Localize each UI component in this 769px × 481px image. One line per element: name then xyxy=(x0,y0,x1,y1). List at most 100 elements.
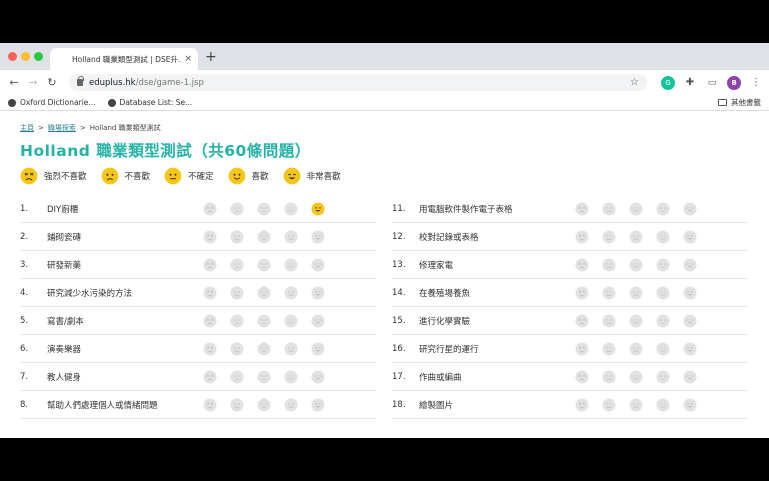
rating-smile-face-icon[interactable] xyxy=(284,369,298,384)
rating-smile-face-icon[interactable] xyxy=(284,257,298,272)
rating-angry-face-icon[interactable] xyxy=(575,341,589,356)
rating-smile-face-icon[interactable] xyxy=(656,257,670,272)
rating-grin-face-icon[interactable] xyxy=(683,369,697,384)
rating-smile-face-icon[interactable] xyxy=(656,201,670,216)
rating-sad-face-icon[interactable] xyxy=(602,397,616,412)
rating-grin-face-icon[interactable] xyxy=(311,201,325,216)
rating-grin-face-icon[interactable] xyxy=(311,229,325,244)
rating-sad-face-icon[interactable] xyxy=(230,341,244,356)
rating-grin-face-icon[interactable] xyxy=(311,369,325,384)
extensions-puzzle-icon[interactable]: ✚ xyxy=(683,76,697,90)
rating-angry-face-icon[interactable] xyxy=(203,369,217,384)
rating-grin-face-icon[interactable] xyxy=(683,285,697,300)
rating-sad-face-icon[interactable] xyxy=(230,229,244,244)
rating-grin-face-icon[interactable] xyxy=(683,313,697,328)
rating-neutral-face-icon[interactable] xyxy=(629,201,643,216)
rating-sad-face-icon[interactable] xyxy=(602,369,616,384)
rating-sad-face-icon[interactable] xyxy=(230,397,244,412)
maximize-window-button[interactable] xyxy=(34,52,43,61)
rating-neutral-face-icon[interactable] xyxy=(257,201,271,216)
kebab-menu-icon[interactable]: ⋮ xyxy=(749,76,763,90)
minimize-window-button[interactable] xyxy=(21,52,30,61)
rating-neutral-face-icon[interactable] xyxy=(257,285,271,300)
rating-angry-face-icon[interactable] xyxy=(575,397,589,412)
rating-grin-face-icon[interactable] xyxy=(683,341,697,356)
rating-sad-face-icon[interactable] xyxy=(602,285,616,300)
rating-sad-face-icon[interactable] xyxy=(602,313,616,328)
rating-angry-face-icon[interactable] xyxy=(203,201,217,216)
rating-smile-face-icon[interactable] xyxy=(656,397,670,412)
rating-sad-face-icon[interactable] xyxy=(230,285,244,300)
forward-arrow-icon[interactable]: → xyxy=(25,76,41,89)
tab-close-icon[interactable]: × xyxy=(184,54,192,64)
reload-icon[interactable]: ↻ xyxy=(44,76,60,89)
breadcrumb-career-link[interactable]: 職場探索 xyxy=(48,124,76,132)
rating-angry-face-icon[interactable] xyxy=(575,201,589,216)
rating-sad-face-icon[interactable] xyxy=(230,257,244,272)
rating-grin-face-icon[interactable] xyxy=(311,285,325,300)
rating-neutral-face-icon[interactable] xyxy=(629,313,643,328)
rating-neutral-face-icon[interactable] xyxy=(257,369,271,384)
rating-smile-face-icon[interactable] xyxy=(284,313,298,328)
rating-smile-face-icon[interactable] xyxy=(284,341,298,356)
rating-smile-face-icon[interactable] xyxy=(656,313,670,328)
rating-angry-face-icon[interactable] xyxy=(575,229,589,244)
rating-angry-face-icon[interactable] xyxy=(203,285,217,300)
rating-grin-face-icon[interactable] xyxy=(311,397,325,412)
rating-angry-face-icon[interactable] xyxy=(203,397,217,412)
rating-grin-face-icon[interactable] xyxy=(311,341,325,356)
rating-neutral-face-icon[interactable] xyxy=(257,313,271,328)
rating-angry-face-icon[interactable] xyxy=(203,341,217,356)
rating-sad-face-icon[interactable] xyxy=(602,257,616,272)
rating-neutral-face-icon[interactable] xyxy=(629,369,643,384)
profile-avatar[interactable]: B xyxy=(727,75,741,90)
rating-angry-face-icon[interactable] xyxy=(203,229,217,244)
browser-tab[interactable]: Holland 職業類型測試 | DSE升... × xyxy=(50,48,198,70)
rating-sad-face-icon[interactable] xyxy=(602,201,616,216)
breadcrumb-home-link[interactable]: 主頁 xyxy=(20,124,34,132)
address-bar[interactable]: eduplus.hk/dse/game-1.jsp ☆ xyxy=(69,74,647,91)
bookmark-star-icon[interactable]: ☆ xyxy=(630,77,639,88)
rating-neutral-face-icon[interactable] xyxy=(257,397,271,412)
rating-sad-face-icon[interactable] xyxy=(230,201,244,216)
rating-smile-face-icon[interactable] xyxy=(284,201,298,216)
grammarly-extension-icon[interactable]: G xyxy=(661,75,675,90)
bookmark-database-list[interactable]: Database List: Se... xyxy=(107,98,192,107)
rating-smile-face-icon[interactable] xyxy=(656,341,670,356)
rating-smile-face-icon[interactable] xyxy=(656,285,670,300)
rating-grin-face-icon[interactable] xyxy=(683,397,697,412)
rating-neutral-face-icon[interactable] xyxy=(257,341,271,356)
rating-angry-face-icon[interactable] xyxy=(203,313,217,328)
cast-icon[interactable]: ▭ xyxy=(705,76,719,90)
rating-angry-face-icon[interactable] xyxy=(575,285,589,300)
rating-grin-face-icon[interactable] xyxy=(683,257,697,272)
bookmark-oxford[interactable]: Oxford Dictionarie... xyxy=(8,98,96,107)
rating-angry-face-icon[interactable] xyxy=(575,313,589,328)
rating-smile-face-icon[interactable] xyxy=(284,397,298,412)
rating-sad-face-icon[interactable] xyxy=(602,229,616,244)
rating-smile-face-icon[interactable] xyxy=(656,229,670,244)
rating-neutral-face-icon[interactable] xyxy=(257,229,271,244)
rating-angry-face-icon[interactable] xyxy=(203,257,217,272)
rating-grin-face-icon[interactable] xyxy=(311,313,325,328)
rating-neutral-face-icon[interactable] xyxy=(629,229,643,244)
rating-neutral-face-icon[interactable] xyxy=(629,397,643,412)
rating-grin-face-icon[interactable] xyxy=(683,229,697,244)
rating-sad-face-icon[interactable] xyxy=(230,369,244,384)
close-window-button[interactable] xyxy=(8,52,17,61)
rating-sad-face-icon[interactable] xyxy=(602,341,616,356)
rating-neutral-face-icon[interactable] xyxy=(629,257,643,272)
new-tab-button[interactable]: + xyxy=(205,48,217,66)
rating-neutral-face-icon[interactable] xyxy=(629,341,643,356)
rating-grin-face-icon[interactable] xyxy=(311,257,325,272)
rating-grin-face-icon[interactable] xyxy=(683,201,697,216)
rating-neutral-face-icon[interactable] xyxy=(629,285,643,300)
rating-smile-face-icon[interactable] xyxy=(656,369,670,384)
rating-angry-face-icon[interactable] xyxy=(575,369,589,384)
rating-sad-face-icon[interactable] xyxy=(230,313,244,328)
other-bookmarks[interactable]: 其他書籤 xyxy=(718,97,761,108)
rating-smile-face-icon[interactable] xyxy=(284,285,298,300)
rating-neutral-face-icon[interactable] xyxy=(257,257,271,272)
rating-smile-face-icon[interactable] xyxy=(284,229,298,244)
back-arrow-icon[interactable]: ← xyxy=(6,76,22,89)
